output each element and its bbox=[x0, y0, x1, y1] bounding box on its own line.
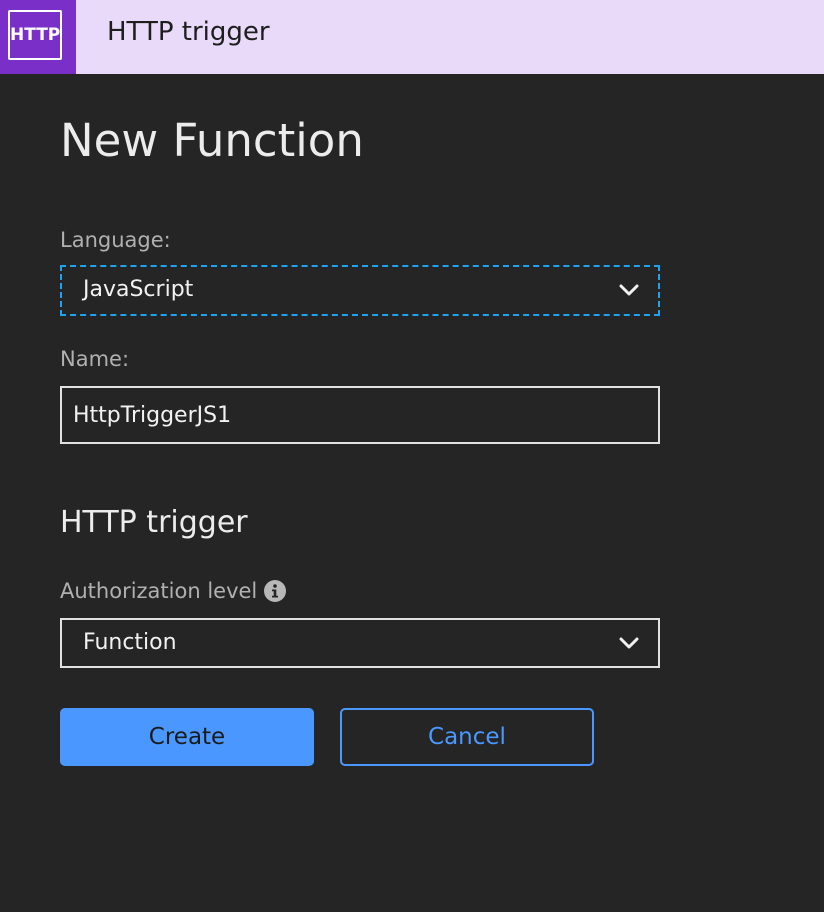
http-trigger-icon: HTTP bbox=[0, 0, 76, 74]
language-label: Language: bbox=[60, 228, 171, 252]
cancel-button[interactable]: Cancel bbox=[340, 708, 594, 766]
create-button[interactable]: Create bbox=[60, 708, 314, 766]
language-select[interactable]: JavaScript bbox=[60, 265, 660, 316]
page-title: New Function bbox=[60, 114, 364, 167]
language-select-value: JavaScript bbox=[83, 277, 194, 302]
authorization-level-label: Authorization level bbox=[60, 579, 258, 603]
info-icon[interactable] bbox=[264, 580, 286, 602]
header-bar: HTTP HTTP trigger bbox=[0, 0, 824, 74]
chevron-down-icon bbox=[619, 637, 639, 649]
trigger-section-title: HTTP trigger bbox=[60, 505, 248, 540]
chevron-down-icon bbox=[619, 284, 639, 296]
http-badge: HTTP bbox=[8, 10, 62, 60]
name-label: Name: bbox=[60, 347, 130, 371]
authorization-level-value: Function bbox=[83, 630, 177, 655]
function-name-input[interactable] bbox=[60, 386, 660, 444]
header-title: HTTP trigger bbox=[107, 17, 270, 47]
authorization-level-select[interactable]: Function bbox=[60, 618, 660, 668]
